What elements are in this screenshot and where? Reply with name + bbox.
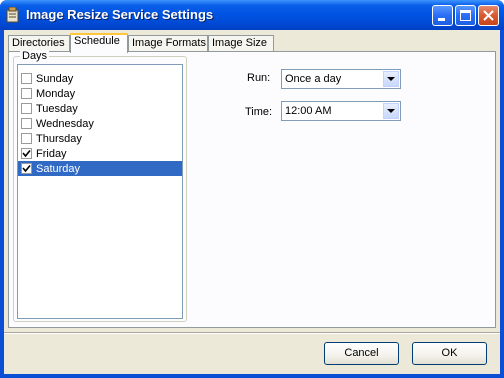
time-dropdown[interactable]: 12:00 AM — [281, 101, 401, 121]
dialog-body: Directories Schedule Image Formats Image… — [4, 30, 500, 374]
day-label: Friday — [36, 147, 67, 160]
wednesday-checkbox[interactable] — [21, 118, 32, 129]
day-label: Tuesday — [36, 102, 78, 115]
monday-checkbox[interactable] — [21, 88, 32, 99]
days-group-label: Days — [20, 50, 50, 62]
tab-schedule[interactable]: Schedule — [70, 33, 128, 53]
sunday-checkbox[interactable] — [21, 73, 32, 84]
list-item[interactable]: Wednesday — [18, 116, 182, 131]
run-dropdown-button[interactable] — [383, 71, 399, 87]
run-label: Run: — [247, 72, 271, 84]
days-list[interactable]: Sunday Monday Tuesday Wednesday Thursday… — [17, 64, 183, 319]
list-item[interactable]: Saturday — [18, 161, 182, 176]
window: Image Resize Service Settings Directorie… — [0, 0, 504, 378]
title-bar[interactable]: Image Resize Service Settings — [0, 0, 504, 30]
day-label: Sunday — [36, 72, 74, 85]
schedule-panel: Days Sunday Monday Tuesday Wednesday Thu… — [8, 50, 496, 328]
close-button[interactable] — [478, 5, 499, 26]
list-item[interactable]: Tuesday — [18, 101, 182, 116]
days-group: Days Sunday Monday Tuesday Wednesday Thu… — [13, 50, 187, 322]
day-label: Thursday — [36, 132, 82, 145]
time-label: Time: — [245, 106, 273, 118]
minimize-icon — [438, 18, 445, 21]
tuesday-checkbox[interactable] — [21, 103, 32, 114]
chevron-down-icon — [387, 77, 395, 81]
list-item[interactable]: Monday — [18, 86, 182, 101]
maximize-icon — [460, 10, 471, 21]
day-label: Monday — [36, 87, 76, 100]
run-dropdown[interactable]: Once a day — [281, 69, 401, 89]
cancel-button[interactable]: Cancel — [324, 342, 399, 365]
service-icon — [6, 6, 20, 23]
time-value: 12:00 AM — [285, 105, 332, 117]
close-icon — [483, 10, 494, 21]
tab-image-size[interactable]: Image Size — [208, 35, 274, 52]
day-label: Wednesday — [36, 117, 94, 130]
list-item[interactable]: Sunday — [18, 71, 182, 86]
minimize-button[interactable] — [432, 5, 453, 26]
checkmark-icon — [22, 149, 31, 158]
saturday-checkbox[interactable] — [21, 163, 32, 174]
friday-checkbox[interactable] — [21, 148, 32, 159]
chevron-down-icon — [387, 109, 395, 113]
run-value: Once a day — [285, 73, 342, 85]
separator — [4, 332, 500, 334]
maximize-button[interactable] — [455, 5, 476, 26]
day-label: Saturday — [36, 162, 81, 175]
tab-image-formats[interactable]: Image Formats — [128, 35, 208, 52]
time-dropdown-button[interactable] — [383, 103, 399, 119]
window-title: Image Resize Service Settings — [26, 7, 214, 22]
thursday-checkbox[interactable] — [21, 133, 32, 144]
list-item[interactable]: Friday — [18, 146, 182, 161]
ok-button[interactable]: OK — [412, 342, 487, 365]
list-item[interactable]: Thursday — [18, 131, 182, 146]
checkmark-icon — [22, 164, 31, 173]
